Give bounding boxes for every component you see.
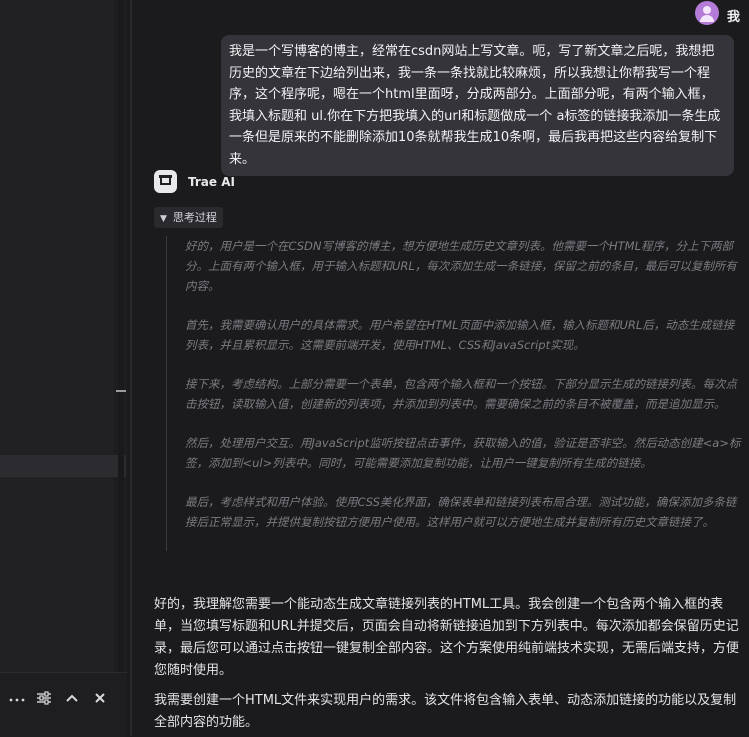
close-icon[interactable] bbox=[91, 689, 109, 707]
thinking-paragraph: 接下来，考虑结构。上部分需要一个表单，包含两个输入框和一个按钮。下部分显示生成的… bbox=[185, 377, 737, 411]
thinking-label: 思考过程 bbox=[172, 211, 217, 224]
user-name: 我 bbox=[727, 10, 741, 25]
selected-list-row[interactable] bbox=[0, 455, 126, 477]
divider bbox=[0, 476, 126, 477]
assistant-name: Trae AI bbox=[188, 175, 235, 189]
assistant-answer: 我需要创建一个HTML文件来实现用户的需求。该文件将包含输入表单、动态添加链接的… bbox=[154, 693, 737, 730]
panel-toolbar bbox=[0, 672, 127, 737]
thinking-toggle[interactable]: ▼ 思考过程 bbox=[154, 207, 223, 228]
thinking-process: 好的，用户是一个在CSDN写博客的博主，想方便地生成历史文章列表。他需要一个HT… bbox=[166, 236, 743, 551]
resize-handle[interactable] bbox=[116, 390, 126, 392]
side-panel-scrollbar[interactable] bbox=[118, 0, 124, 672]
user-avatar bbox=[695, 1, 719, 25]
thinking-paragraph: 最后，考虑样式和用户体验。使用CSS美化界面，确保表单和链接列表布局合理。测试功… bbox=[185, 495, 737, 529]
user-message: 我是一个写博客的博主，经常在csdn网站上写文章。呃，写了新文章之后呢，我想把历… bbox=[221, 35, 734, 176]
thinking-paragraph: 首先，我需要确认用户的具体需求。用户希望在HTML页面中添加输入框，输入标题和U… bbox=[185, 318, 735, 352]
chevron-up-icon[interactable] bbox=[63, 689, 81, 707]
trae-logo-icon bbox=[154, 170, 177, 193]
thinking-paragraph: 然后，处理用户交互。用JavaScript监听按钮点击事件，获取输入的值，验证是… bbox=[185, 436, 741, 470]
sliders-icon[interactable] bbox=[35, 689, 53, 707]
more-icon[interactable] bbox=[8, 689, 26, 707]
chevron-down-icon: ▼ bbox=[160, 214, 167, 224]
side-panel-content bbox=[0, 0, 114, 672]
assistant-answer: 好的，我理解您需要一个能动态生成文章链接列表的HTML工具。我会创建一个包含两个… bbox=[154, 597, 740, 678]
thinking-paragraph: 好的，用户是一个在CSDN写博客的博主，想方便地生成历史文章列表。他需要一个HT… bbox=[185, 239, 737, 293]
side-panel bbox=[0, 0, 127, 736]
